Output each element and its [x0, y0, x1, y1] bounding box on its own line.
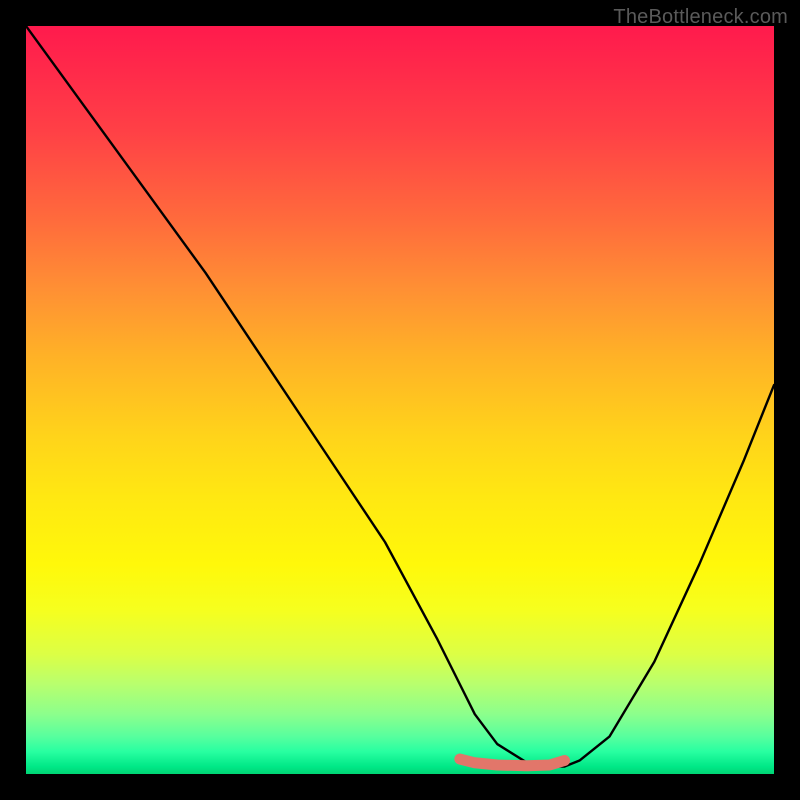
chart-svg: [26, 26, 774, 774]
highlight-segment: [460, 759, 565, 766]
watermark-text: TheBottleneck.com: [613, 6, 788, 29]
chart-area: [26, 26, 774, 774]
curve-line: [26, 26, 774, 767]
